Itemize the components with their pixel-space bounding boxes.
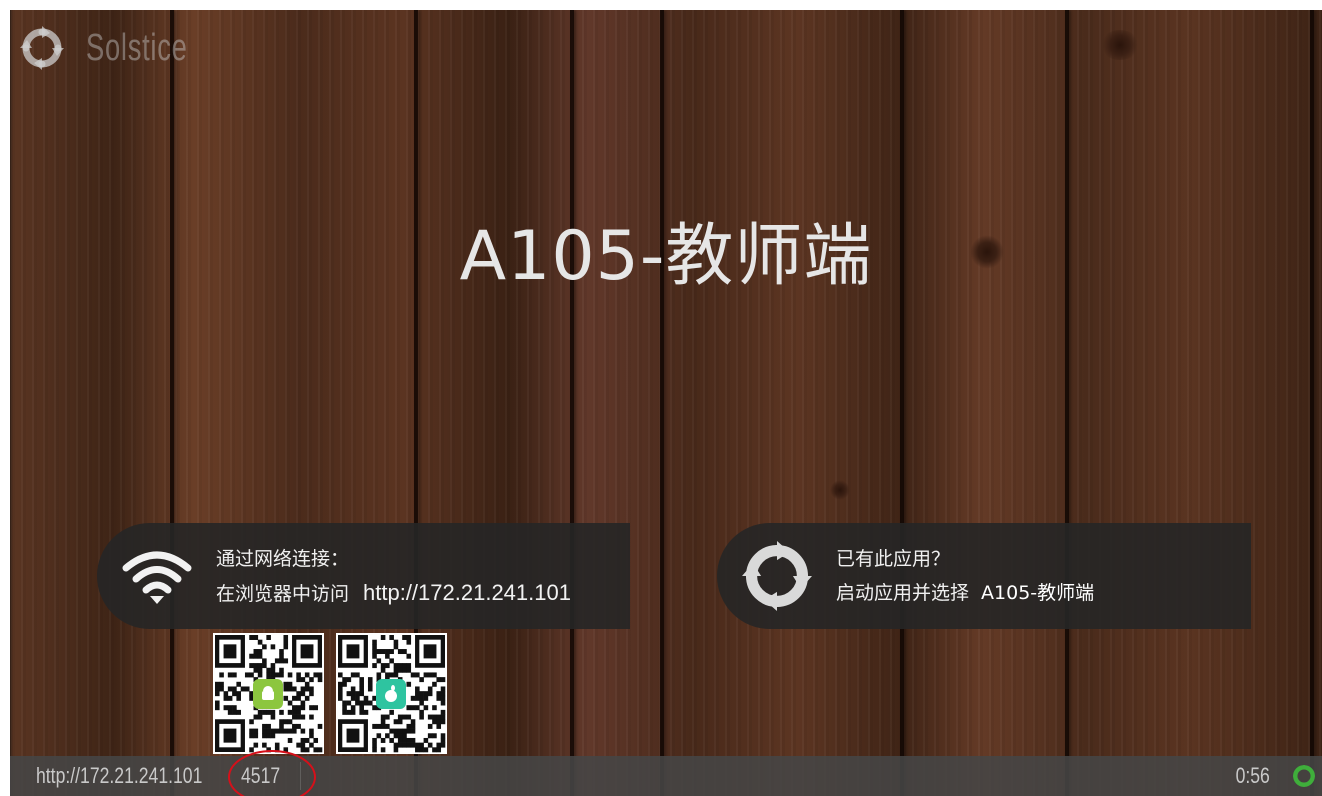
apple-icon	[376, 679, 406, 709]
network-heading: 通过网络连接：	[216, 547, 350, 570]
wood-plank-seam	[660, 10, 664, 796]
android-icon	[253, 679, 283, 709]
qr-code-row	[213, 633, 447, 754]
wood-plank-seam	[570, 10, 574, 796]
status-time: 0:56	[1235, 763, 1270, 788]
app-launch-panel: 已有此应用？ 启动应用并选择 A105-教师端	[717, 523, 1251, 629]
wood-knot	[1100, 30, 1140, 60]
ios-app-qr[interactable]	[336, 633, 447, 754]
status-bar: http://172.21.241.101 4517 0:56	[10, 750, 1322, 796]
solstice-logo-icon	[732, 541, 822, 611]
annotation-circle	[228, 750, 316, 796]
app-heading: 已有此应用？	[836, 548, 951, 570]
solstice-display-screen: Solstice A105-教师端 通过网络连接： 在浏览器中访问 http://…	[10, 10, 1322, 796]
wood-plank-seam	[1310, 10, 1314, 796]
brand-header: Solstice	[20, 26, 227, 70]
app-room-name: A105-教师端	[981, 582, 1095, 604]
network-url: http://172.21.241.101	[363, 579, 571, 605]
wood-plank-seam	[1065, 10, 1069, 796]
app-launch-line: 启动应用并选择 A105-教师端	[836, 576, 1094, 610]
wood-plank-seam	[900, 10, 904, 796]
network-url-prefix: 在浏览器中访问	[216, 582, 350, 605]
brand-name: Solstice	[86, 26, 188, 69]
wifi-icon	[112, 548, 202, 604]
status-url: http://172.21.241.101	[36, 763, 203, 788]
network-url-line: 在浏览器中访问 http://172.21.241.101	[216, 576, 571, 611]
solstice-logo-icon	[20, 26, 64, 70]
wood-knot	[830, 480, 850, 500]
status-divider	[300, 762, 301, 790]
wood-plank-seam	[170, 10, 174, 796]
network-connect-panel: 通过网络连接： 在浏览器中访问 http://172.21.241.101	[97, 523, 630, 629]
android-app-qr[interactable]	[213, 633, 324, 754]
app-instructions: 已有此应用？ 启动应用并选择 A105-教师端	[836, 542, 1094, 610]
loading-spinner-icon	[1292, 764, 1316, 793]
network-instructions: 通过网络连接： 在浏览器中访问 http://172.21.241.101	[216, 542, 571, 611]
app-launch-prefix: 启动应用并选择	[836, 582, 970, 604]
room-title: A105-教师端	[459, 217, 873, 296]
